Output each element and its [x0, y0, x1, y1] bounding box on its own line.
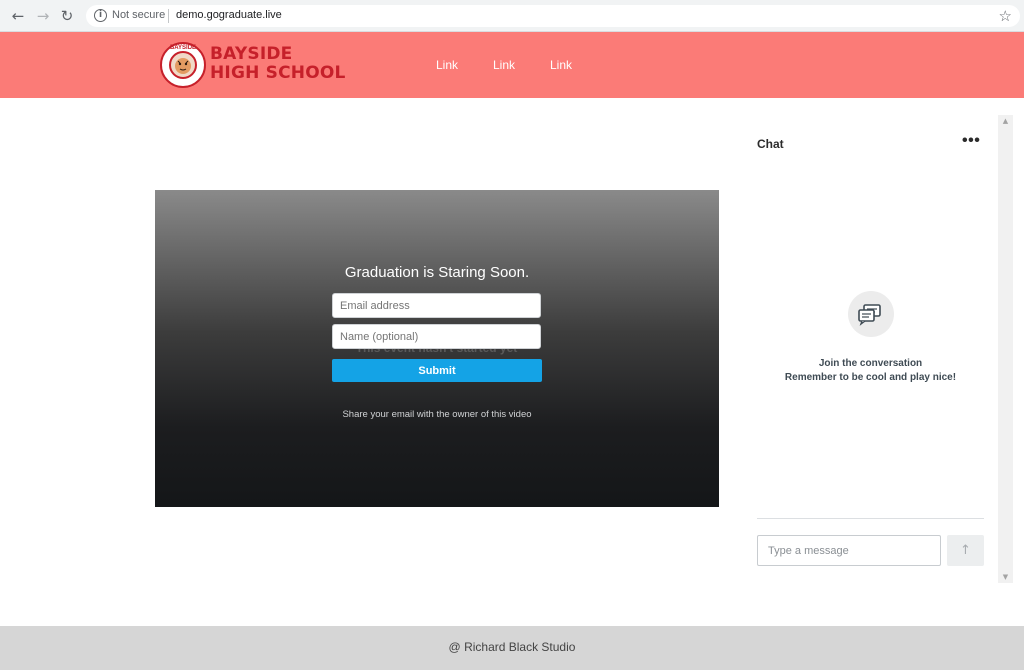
tiger-icon [169, 51, 197, 79]
arrow-left-icon[interactable]: ← [9, 7, 27, 25]
video-player[interactable]: Graduation is Staring Soon. This event h… [155, 190, 719, 507]
star-icon[interactable]: ☆ [999, 7, 1012, 25]
info-icon[interactable]: i [94, 9, 107, 22]
chat-empty-title: Join the conversation [818, 358, 923, 369]
site-header: BAYSIDE BAYSIDE HIGH SCHOOL Link Link Li… [0, 32, 1024, 98]
scroll-down-icon[interactable]: ▼ [998, 571, 1013, 583]
name-field[interactable] [332, 324, 541, 349]
chat-title: Chat [757, 137, 784, 151]
school-name[interactable]: BAYSIDE HIGH SCHOOL [210, 45, 346, 83]
school-name-line2: HIGH SCHOOL [210, 63, 346, 83]
email-field[interactable] [332, 293, 541, 318]
browser-toolbar: ← → ↻ i Not secure demo.gograduate.live … [0, 0, 1024, 32]
school-name-line1: BAYSIDE [210, 44, 293, 64]
arrow-up-icon[interactable]: ↑ [947, 535, 984, 566]
scrollbar[interactable]: ▲ ▼ [998, 115, 1013, 583]
arrow-right-icon[interactable]: → [34, 7, 52, 25]
footer-credit: @ Richard Black Studio [448, 640, 576, 654]
more-options-icon[interactable]: ••• [962, 132, 980, 150]
site-footer: @ Richard Black Studio [0, 626, 1024, 670]
url-divider [168, 9, 169, 23]
address-bar[interactable]: i Not secure demo.gograduate.live ☆ [86, 5, 1020, 27]
chat-bubbles-icon [848, 291, 894, 337]
video-title: Graduation is Staring Soon. [344, 264, 530, 281]
nav-link-3[interactable]: Link [550, 58, 572, 72]
share-note: Share your email with the owner of this … [342, 409, 532, 420]
scroll-thumb[interactable] [1001, 128, 1010, 568]
nav-link-2[interactable]: Link [493, 58, 515, 72]
reload-icon[interactable]: ↻ [58, 7, 76, 25]
chat-divider [757, 518, 984, 519]
security-label: Not secure [112, 9, 166, 21]
chat-empty-subtitle: Remember to be cool and play nice! [784, 372, 957, 383]
submit-button[interactable]: Submit [332, 359, 542, 382]
nav-link-1[interactable]: Link [436, 58, 458, 72]
message-input[interactable] [757, 535, 941, 566]
school-logo[interactable]: BAYSIDE [160, 42, 206, 88]
url-text[interactable]: demo.gograduate.live [176, 9, 282, 21]
scroll-up-icon[interactable]: ▲ [998, 115, 1013, 127]
